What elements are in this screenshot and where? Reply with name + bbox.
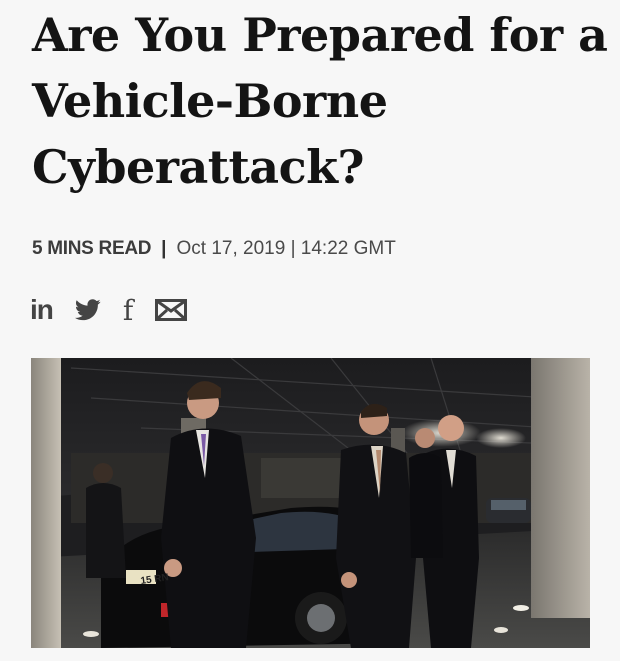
garage-scene-image: 15 RN	[31, 358, 590, 648]
twitter-icon[interactable]	[74, 299, 101, 321]
article-meta: 5 MINS READ | Oct 17, 2019 | 14:22 GMT	[32, 237, 396, 261]
share-bar: in f	[30, 292, 188, 328]
meta-separator: |	[161, 238, 167, 259]
email-icon[interactable]	[155, 299, 188, 321]
article-photo: 15 RN	[31, 358, 590, 648]
read-time: 5 MINS READ	[32, 238, 152, 259]
facebook-icon[interactable]: f	[123, 294, 133, 327]
publish-datetime: Oct 17, 2019 | 14:22 GMT	[176, 238, 396, 259]
linkedin-icon[interactable]: in	[30, 294, 54, 326]
article-title: Are You Prepared for a Vehicle-Borne Cyb…	[32, 8, 608, 194]
